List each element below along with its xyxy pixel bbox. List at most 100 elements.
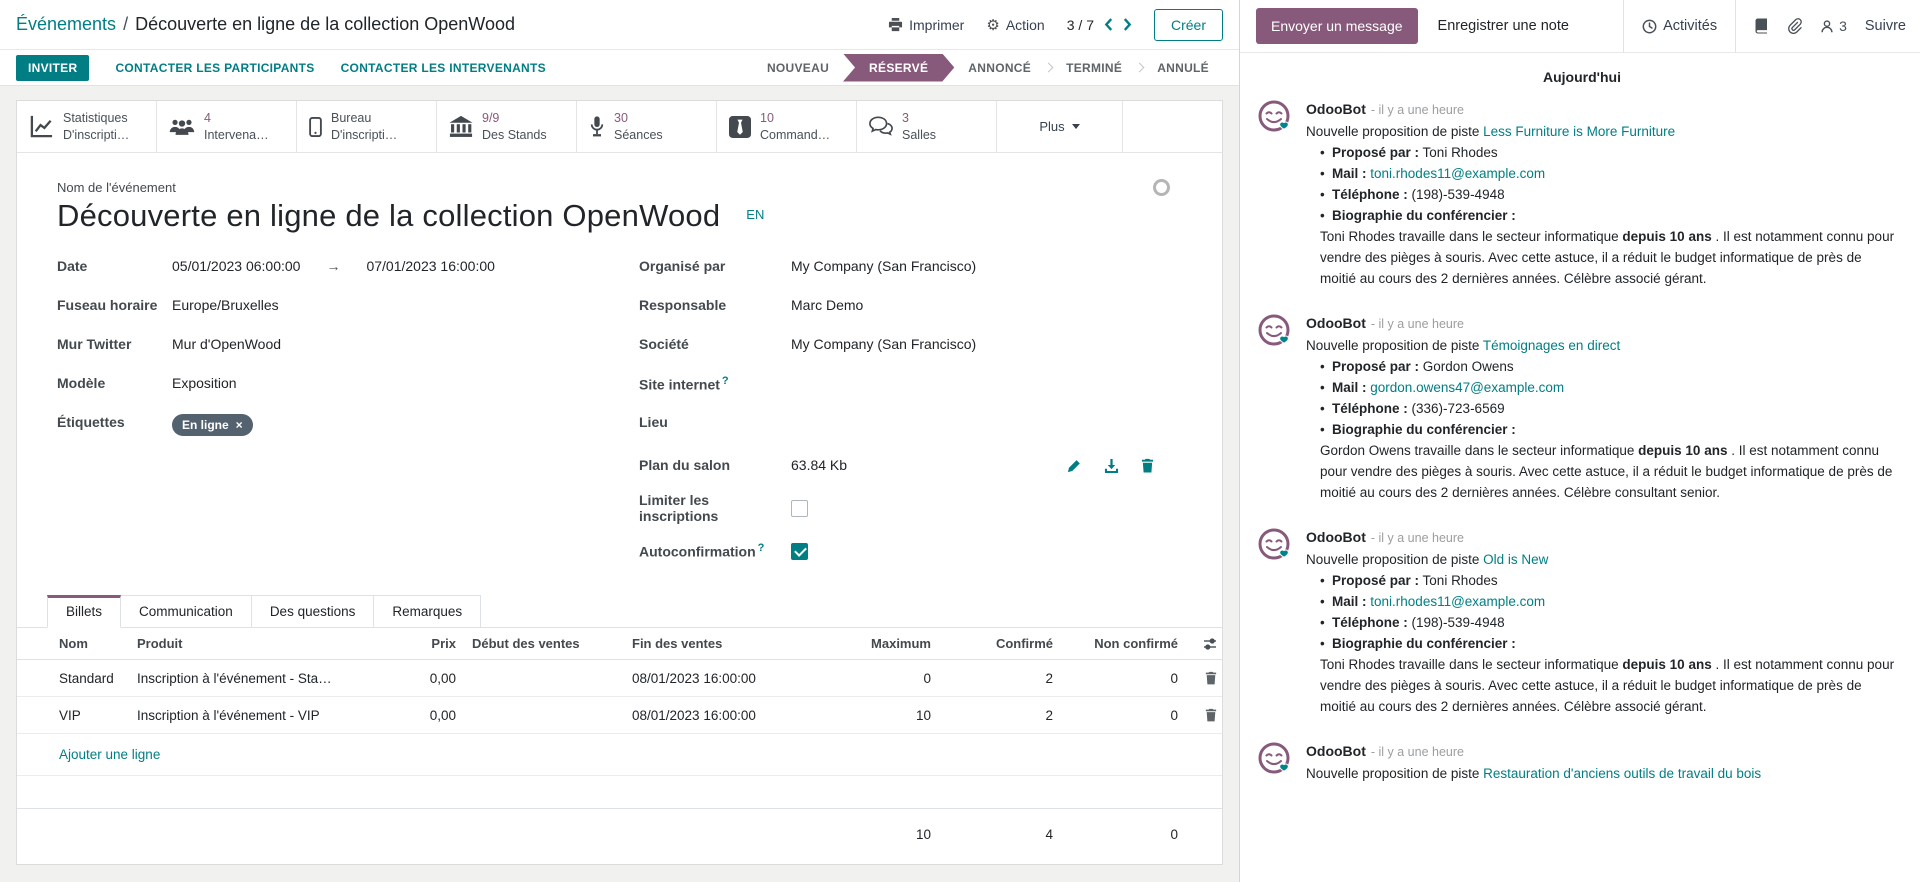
message-thread: Aujourd'hui OdooBot - il y a une heure No… (1240, 53, 1920, 882)
create-button[interactable]: Créer (1153, 8, 1223, 41)
book-log-icon[interactable] (1754, 18, 1769, 34)
floorplan-label: Plan du salon (639, 457, 731, 473)
activities-button[interactable]: Activités (1642, 18, 1717, 34)
download-icon[interactable] (1104, 458, 1119, 473)
print-button[interactable]: Imprimer (888, 17, 964, 33)
column-maximum[interactable]: Maximum (844, 636, 939, 651)
breadcrumb-events-link[interactable]: Événements (16, 14, 116, 34)
autoconfirm-checkbox[interactable] (791, 542, 808, 560)
chevron-down-icon (1071, 124, 1080, 129)
kanban-state-icon[interactable] (1153, 179, 1170, 196)
email-link[interactable]: gordon.owens47@example.com (1370, 380, 1564, 395)
tickets-table-totals: 10 4 0 (17, 809, 1222, 859)
email-link[interactable]: toni.rhodes11@example.com (1370, 166, 1545, 181)
users-icon (169, 117, 195, 137)
ticket-row-vip[interactable]: VIP Inscription à l'événement - VIP 0,00… (17, 697, 1222, 734)
template-field[interactable]: Exposition (172, 375, 237, 391)
follow-button[interactable]: Suivre (1865, 18, 1906, 34)
column-produit[interactable]: Produit (129, 636, 374, 651)
translation-language-badge[interactable]: EN (746, 207, 764, 222)
bullet-proposed-by: Proposé par : Toni Rhodes (1320, 570, 1898, 591)
stage-nouveau[interactable]: NOUVEAU (753, 61, 843, 75)
lead-link[interactable]: Restauration d'anciens outils de travail… (1483, 766, 1761, 781)
date-end-field[interactable]: 07/01/2023 16:00:00 (366, 258, 494, 274)
stat-button-row: Statistiques D'inscripti… 4 Intervena… Bur… (17, 101, 1222, 153)
stat-button-registration-statistics[interactable]: Statistiques D'inscripti… (17, 101, 157, 152)
odoo-event-screen: Événements / Découverte en ligne de la col… (0, 0, 1920, 882)
edit-pencil-icon[interactable] (1067, 458, 1082, 473)
lead-link[interactable]: Témoignages en direct (1483, 338, 1620, 353)
ticket-row-standard[interactable]: Standard Inscription à l'événement - Sta… (17, 660, 1222, 697)
delete-row-trash-icon[interactable] (1186, 671, 1225, 685)
followers-button[interactable]: 3 (1820, 18, 1847, 34)
tab-remarques[interactable]: Remarques (374, 595, 482, 627)
breadcrumb: Événements / Découverte en ligne de la col… (16, 14, 515, 35)
stat-button-booths[interactable]: 9/9 Des Stands (437, 101, 577, 152)
stat-button-rooms[interactable]: 3 Salles (857, 101, 997, 152)
stage-termine[interactable]: TERMINÉ (1052, 61, 1136, 75)
column-nom[interactable]: Nom (17, 636, 129, 651)
twitter-wall-field[interactable]: Mur d'OpenWood (172, 336, 281, 352)
email-link[interactable]: toni.rhodes11@example.com (1370, 594, 1545, 609)
more-stat-buttons-dropdown[interactable]: Plus (997, 101, 1123, 152)
lead-link[interactable]: Less Furniture is More Furniture (1483, 124, 1675, 139)
column-debut-ventes[interactable]: Début des ventes (464, 636, 624, 651)
timezone-field[interactable]: Europe/Bruxelles (172, 297, 279, 313)
action-menu-button[interactable]: ⚙ Action (986, 16, 1044, 34)
record-pager: 3 / 7 (1067, 17, 1132, 33)
timezone-label: Fuseau horaire (57, 297, 158, 313)
message-author[interactable]: OdooBot (1306, 101, 1366, 117)
message-timestamp: - il y a une heure (1370, 745, 1464, 759)
responsible-label: Responsable (639, 297, 727, 313)
add-line-link[interactable]: Ajouter une ligne (59, 747, 160, 762)
contact-speakers-button[interactable]: CONTACTER LES INTERVENANTS (341, 61, 546, 75)
message-author[interactable]: OdooBot (1306, 743, 1366, 759)
floorplan-file-size[interactable]: 63.84 Kb (791, 457, 847, 473)
pager-previous-icon[interactable] (1104, 18, 1113, 31)
delete-row-trash-icon[interactable] (1186, 708, 1225, 722)
limit-registrations-checkbox[interactable] (791, 499, 808, 517)
column-prix[interactable]: Prix (374, 636, 464, 651)
invite-button[interactable]: INVITER (16, 54, 90, 81)
company-field[interactable]: My Company (San Francisco) (791, 336, 976, 352)
column-confirme[interactable]: Confirmé (939, 636, 1061, 651)
help-icon: ? (757, 542, 765, 555)
optional-columns-icon[interactable] (1186, 637, 1225, 651)
tab-communication[interactable]: Communication (121, 595, 252, 627)
stage-annule[interactable]: ANNULÉ (1143, 61, 1223, 75)
total-non-confirme: 0 (1170, 826, 1178, 842)
clock-icon (1642, 19, 1657, 34)
tab-questions[interactable]: Des questions (251, 595, 375, 627)
message-author[interactable]: OdooBot (1306, 315, 1366, 331)
column-non-confirme[interactable]: Non confirmé (1061, 636, 1186, 651)
send-message-button[interactable]: Envoyer un message (1256, 8, 1418, 44)
contact-participants-button[interactable]: CONTACTER LES PARTICIPANTS (115, 61, 314, 75)
gear-icon: ⚙ (986, 16, 1000, 34)
pager-next-icon[interactable] (1123, 18, 1132, 31)
tab-billets[interactable]: Billets (47, 595, 122, 628)
organizer-field[interactable]: My Company (San Francisco) (791, 258, 976, 274)
stage-reserve-current[interactable]: RÉSERVÉ (843, 54, 954, 82)
bullet-biography: Biographie du conférencier : (1320, 419, 1898, 440)
stat-button-sessions[interactable]: 30 Séances (577, 101, 717, 152)
event-name-input[interactable]: Découverte en ligne de la collection Ope… (57, 198, 720, 234)
tag-remove-icon[interactable]: × (236, 418, 243, 432)
paperclip-icon[interactable] (1787, 18, 1802, 34)
odoobot-avatar (1256, 741, 1292, 784)
stat-button-orders[interactable]: 10 Command… (717, 101, 857, 152)
column-fin-ventes[interactable]: Fin des ventes (624, 636, 844, 651)
date-start-field[interactable]: 05/01/2023 06:00:00 (172, 258, 300, 274)
stat-button-speakers[interactable]: 4 Intervena… (157, 101, 297, 152)
stat-button-registration-desk[interactable]: Bureau D'inscripti… (297, 101, 437, 152)
stage-annonce[interactable]: ANNONCÉ (954, 61, 1045, 75)
message-author[interactable]: OdooBot (1306, 529, 1366, 545)
responsible-field[interactable]: Marc Demo (791, 297, 863, 313)
pager-value: 3 / 7 (1066, 16, 1094, 33)
trash-icon[interactable] (1141, 458, 1154, 473)
message-intro: Nouvelle proposition de piste (1306, 552, 1480, 567)
bullet-phone: Téléphone : (336)-723-6569 (1320, 398, 1898, 419)
website-label: Site internet? (639, 375, 729, 393)
log-note-button[interactable]: Enregistrer une note (1438, 18, 1569, 34)
lead-link[interactable]: Old is New (1483, 552, 1548, 567)
odoobot-avatar (1256, 527, 1292, 717)
